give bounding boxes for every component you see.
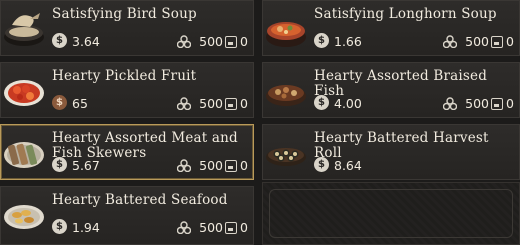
shop-item-card-bird-soup[interactable]: Satisfying Bird Soup $ 3.64 500 0 — [0, 0, 254, 56]
coin-icon: $ — [52, 33, 67, 48]
item-stock: 500 — [199, 158, 223, 173]
item-owned: 0 — [240, 96, 248, 111]
stock-icon — [443, 97, 457, 110]
shop-item-card-pickled-fruit[interactable]: Hearty Pickled Fruit $ 65 500 0 — [0, 62, 254, 118]
pickled-fruit-icon — [4, 80, 44, 106]
coin-icon: $ — [314, 33, 329, 48]
shop-item-card-braised-fish[interactable]: Hearty Assorted Braised Fish $ 4.00 500 … — [262, 62, 520, 118]
item-stock: 500 — [465, 96, 489, 111]
item-price: 1.94 — [72, 220, 100, 235]
inventory-box-icon — [225, 222, 237, 234]
shop-item-card-meat-fish-skewers[interactable]: Hearty Assorted Meat and Fish Skewers $ … — [0, 124, 254, 180]
item-name: Satisfying Bird Soup — [52, 6, 197, 22]
item-price: 65 — [72, 96, 88, 111]
empty-slot-frame — [269, 189, 513, 238]
stock-icon — [177, 35, 191, 48]
inventory-box-icon — [225, 160, 237, 172]
harvest-roll-icon — [266, 148, 306, 166]
item-price: 5.67 — [72, 158, 100, 173]
empty-shop-slot — [262, 182, 520, 245]
item-owned: 0 — [240, 34, 248, 49]
stock-icon — [177, 221, 191, 234]
item-stock: 500 — [199, 96, 223, 111]
braised-fish-icon — [266, 85, 306, 106]
item-price: 3.64 — [72, 34, 100, 49]
shop-item-card-longhorn-soup[interactable]: Satisfying Longhorn Soup $ 1.66 500 0 — [262, 0, 520, 56]
item-owned: 0 — [506, 96, 514, 111]
item-price: 1.66 — [334, 34, 362, 49]
item-name: Hearty Battered Harvest Roll — [314, 130, 489, 161]
item-name: Satisfying Longhorn Soup — [314, 6, 497, 22]
inventory-box-icon — [225, 36, 237, 48]
coin-icon: $ — [52, 219, 67, 234]
coin-icon: $ — [314, 95, 329, 110]
shop-item-grid: Satisfying Bird Soup $ 3.64 500 0 Satisf… — [0, 0, 520, 245]
bird-soup-icon — [4, 13, 44, 46]
item-price: 4.00 — [334, 96, 362, 111]
battered-seafood-icon — [4, 205, 44, 229]
inventory-box-icon — [491, 98, 503, 110]
stock-icon — [443, 35, 457, 48]
stock-icon — [177, 159, 191, 172]
longhorn-soup-icon — [266, 22, 306, 47]
item-name: Hearty Assorted Braised Fish — [314, 68, 488, 99]
item-price: 8.64 — [334, 158, 362, 173]
inventory-box-icon — [225, 98, 237, 110]
item-stock: 500 — [199, 34, 223, 49]
item-stock: 500 — [199, 220, 223, 235]
shop-item-card-harvest-roll[interactable]: Hearty Battered Harvest Roll $ 8.64 — [262, 124, 520, 180]
item-owned: 0 — [506, 34, 514, 49]
item-stock: 500 — [465, 34, 489, 49]
item-owned: 0 — [240, 220, 248, 235]
coin-icon: $ — [52, 157, 67, 172]
meat-fish-skewers-icon — [4, 142, 44, 168]
inventory-box-icon — [491, 36, 503, 48]
item-name: Hearty Assorted Meat and Fish Skewers — [52, 130, 238, 161]
coin-icon: $ — [314, 157, 329, 172]
item-name: Hearty Pickled Fruit — [52, 68, 197, 84]
shop-item-card-battered-seafood[interactable]: Hearty Battered Seafood $ 1.94 500 0 — [0, 186, 254, 245]
item-name: Hearty Battered Seafood — [52, 192, 228, 208]
stock-icon — [177, 97, 191, 110]
coin-icon: $ — [52, 95, 67, 110]
item-owned: 0 — [240, 158, 248, 173]
